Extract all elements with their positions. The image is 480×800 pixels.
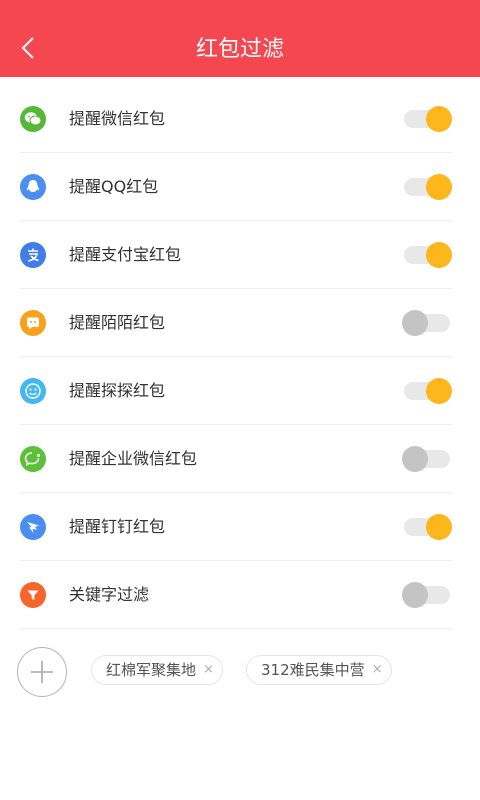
toggle-qq[interactable] bbox=[402, 174, 452, 200]
settings-list: 提醒微信红包 提醒QQ红包 提醒支付宝红包 提醒陌陌红包 提醒探探红包 提醒企业… bbox=[0, 85, 480, 629]
keyword-tags-area: 红棉军聚集地 × 312难民集中营 × bbox=[0, 645, 480, 697]
wechat-icon bbox=[20, 106, 46, 132]
toggle-momo[interactable] bbox=[402, 310, 452, 336]
setting-row-wework: 提醒企业微信红包 bbox=[20, 425, 452, 493]
setting-label: 提醒支付宝红包 bbox=[69, 245, 182, 264]
keyword-tag[interactable]: 312难民集中营 × bbox=[246, 655, 392, 685]
setting-label: 关键字过滤 bbox=[69, 585, 150, 604]
toggle-alipay[interactable] bbox=[402, 242, 452, 268]
setting-row-wechat: 提醒微信红包 bbox=[20, 85, 452, 153]
setting-row-keyword-filter: 关键字过滤 bbox=[20, 561, 452, 629]
setting-label: 提醒企业微信红包 bbox=[69, 449, 198, 468]
remove-tag-icon[interactable]: × bbox=[203, 656, 214, 684]
keyword-tag-text: 红棉军聚集地 bbox=[106, 661, 197, 679]
add-keyword-button[interactable] bbox=[17, 647, 67, 697]
tantan-icon bbox=[20, 378, 46, 404]
setting-row-alipay: 提醒支付宝红包 bbox=[20, 221, 452, 289]
wework-icon bbox=[20, 446, 46, 472]
setting-row-tantan: 提醒探探红包 bbox=[20, 357, 452, 425]
page-title: 红包过滤 bbox=[195, 37, 284, 62]
setting-label: 提醒探探红包 bbox=[69, 381, 166, 400]
header-bar: 红包过滤 bbox=[0, 0, 480, 77]
toggle-wework[interactable] bbox=[402, 446, 452, 472]
setting-label: 提醒钉钉红包 bbox=[69, 517, 166, 536]
qq-icon bbox=[20, 174, 46, 200]
setting-label: 提醒陌陌红包 bbox=[69, 313, 166, 332]
toggle-wechat[interactable] bbox=[402, 106, 452, 132]
plus-icon bbox=[31, 661, 53, 683]
toggle-dingtalk[interactable] bbox=[402, 514, 452, 540]
setting-label: 提醒QQ红包 bbox=[69, 177, 159, 196]
toggle-tantan[interactable] bbox=[402, 378, 452, 404]
remove-tag-icon[interactable]: × bbox=[372, 656, 383, 684]
keyword-tag-text: 312难民集中营 bbox=[261, 661, 365, 679]
setting-row-dingtalk: 提醒钉钉红包 bbox=[20, 493, 452, 561]
dingtalk-icon bbox=[20, 514, 46, 540]
keyword-tag[interactable]: 红棉军聚集地 × bbox=[91, 655, 224, 685]
setting-label: 提醒微信红包 bbox=[69, 109, 166, 128]
momo-icon bbox=[20, 310, 46, 336]
alipay-icon bbox=[20, 242, 46, 268]
setting-row-qq: 提醒QQ红包 bbox=[20, 153, 452, 221]
setting-row-momo: 提醒陌陌红包 bbox=[20, 289, 452, 357]
toggle-keyword-filter[interactable] bbox=[402, 582, 452, 608]
filter-icon bbox=[20, 582, 46, 608]
